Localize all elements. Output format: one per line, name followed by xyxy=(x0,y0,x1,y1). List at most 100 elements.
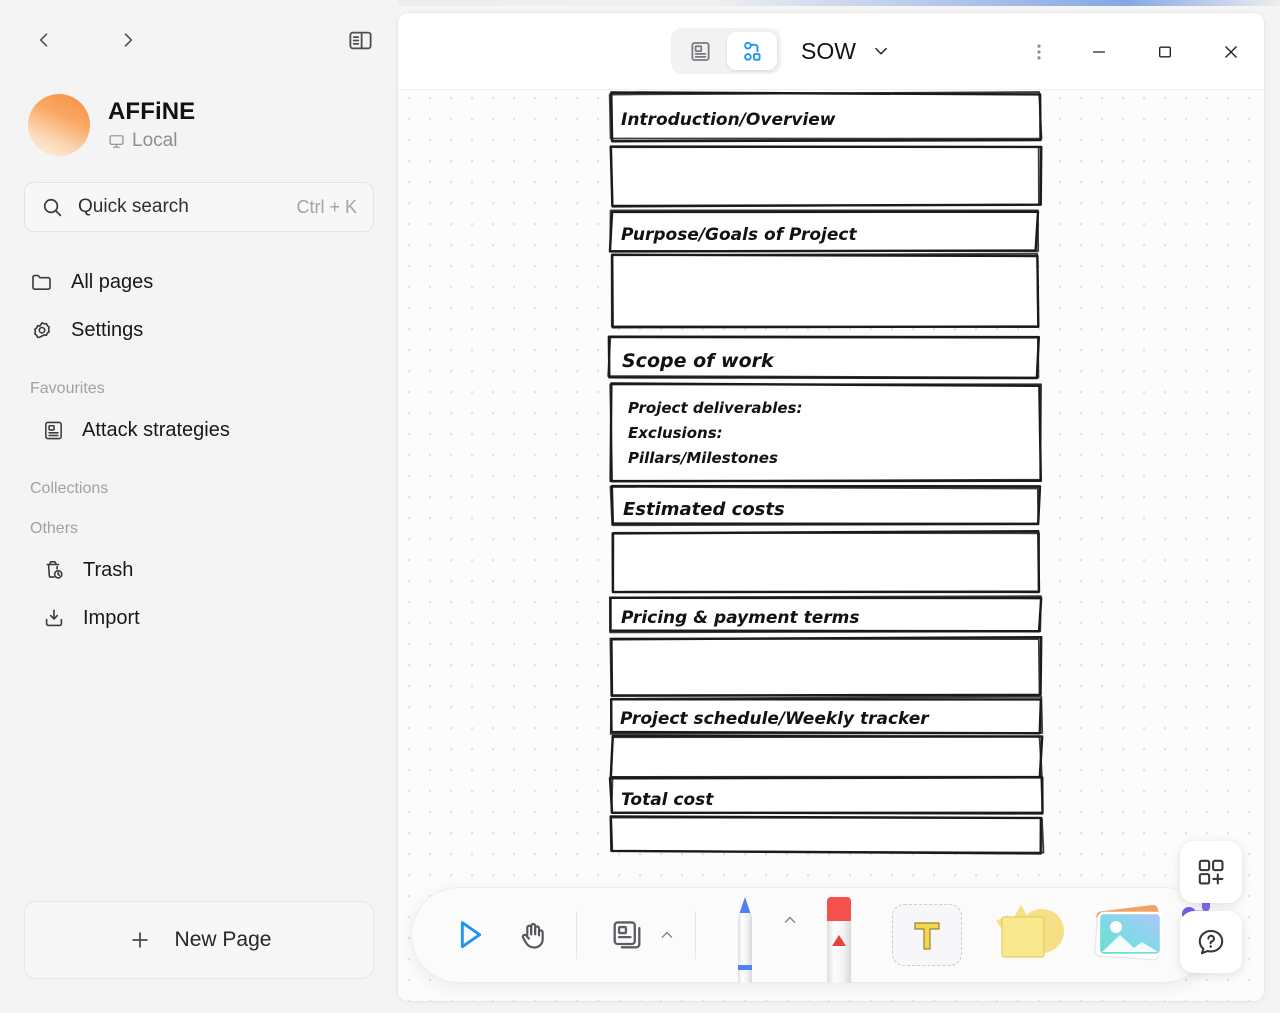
chevron-down-icon[interactable] xyxy=(870,40,892,62)
pen-tool-button[interactable] xyxy=(714,887,776,983)
sidebar-item-label: Attack strategies xyxy=(82,418,230,441)
help-button[interactable] xyxy=(1180,911,1242,973)
eraser-icon xyxy=(827,897,851,983)
note-icon xyxy=(613,921,641,949)
import-icon xyxy=(45,609,63,627)
whiteboard-rect[interactable] xyxy=(610,636,1043,697)
sidebar: AFFiNE Local Quick search Ctrl + K All p… xyxy=(0,0,398,1013)
media-tool-button[interactable] xyxy=(1088,900,1174,970)
workspace-text: AFFiNE Local xyxy=(108,98,195,153)
sidebar-section-collections: Collections xyxy=(30,480,109,497)
minimize-button[interactable] xyxy=(1066,13,1132,90)
hand-icon xyxy=(521,922,544,949)
folder-icon xyxy=(32,274,51,290)
whiteboard-rect[interactable] xyxy=(609,815,1043,855)
eraser-tool-button[interactable] xyxy=(810,887,868,983)
sidebar-item-label: All pages xyxy=(71,270,154,293)
quick-search-shortcut: Ctrl + K xyxy=(296,196,357,217)
whiteboard-rect-label: Purpose/Goals of Project xyxy=(621,225,857,245)
doc-title-area[interactable]: SOW xyxy=(801,38,892,65)
page-icon xyxy=(45,421,62,439)
chevron-left-icon xyxy=(39,33,48,47)
more-options-button[interactable] xyxy=(1012,29,1066,75)
search-icon xyxy=(43,198,62,216)
chevron-up-icon[interactable] xyxy=(780,910,800,930)
whiteboard-rect-label: Total cost xyxy=(621,790,714,810)
chevron-up-icon[interactable] xyxy=(657,925,677,945)
sidebar-section-others: Others xyxy=(30,520,79,537)
editor-header: SOW xyxy=(398,13,1264,90)
grid-plus-icon xyxy=(1198,859,1224,885)
add-template-button[interactable] xyxy=(1180,841,1242,903)
sidebar-item-attack-strategies[interactable]: Attack strategies xyxy=(28,406,382,454)
more-vertical-icon xyxy=(1037,44,1041,59)
image-icon xyxy=(1094,904,1163,961)
shape-tool-button[interactable] xyxy=(986,894,1072,976)
close-icon xyxy=(1225,45,1237,58)
trash-clock-icon xyxy=(46,561,63,579)
edgeless-mode-icon xyxy=(743,41,761,61)
whiteboard-rect-label: Pricing & payment terms xyxy=(621,608,860,628)
whiteboard-rect-label: Introduction/Overview xyxy=(621,110,836,130)
sidebar-item-label: Trash xyxy=(83,558,134,581)
maximize-button[interactable] xyxy=(1132,13,1198,90)
shapes-icon xyxy=(996,905,1064,958)
page-mode-icon xyxy=(690,41,710,61)
whiteboard-rect[interactable] xyxy=(609,734,1044,780)
quick-search-label: Quick search xyxy=(78,196,189,217)
workspace-name: AFFiNE xyxy=(108,97,196,125)
workspace-status: Local xyxy=(108,130,195,152)
sidebar-item-import[interactable]: Import xyxy=(28,594,382,642)
editor-panel: SOW Introduction/Overview Purpose/Goals … xyxy=(398,13,1264,1001)
sidebar-item-all-pages[interactable]: All pages xyxy=(16,258,382,306)
chevron-right-icon xyxy=(124,33,133,47)
page-mode-button[interactable] xyxy=(675,32,725,70)
header-right-controls xyxy=(1012,13,1264,90)
canvas-float-buttons xyxy=(1180,841,1242,973)
close-button[interactable] xyxy=(1198,13,1264,90)
text-t-icon xyxy=(914,922,940,950)
sidebar-nav: All pages Settings Favourites Attack str… xyxy=(0,258,398,642)
sidebar-toggle-button[interactable] xyxy=(344,24,376,56)
whiteboard-rect-label: Project schedule/Weekly tracker xyxy=(620,709,929,729)
text-tool-button[interactable] xyxy=(892,904,962,966)
edgeless-mode-button[interactable] xyxy=(727,32,777,70)
sidebar-item-label: Import xyxy=(83,606,140,629)
sidebar-item-label: Settings xyxy=(71,318,144,341)
new-page-button[interactable]: New Page xyxy=(24,901,374,979)
sidebar-toggle-icon xyxy=(348,31,372,49)
quick-search-button[interactable]: Quick search Ctrl + K xyxy=(24,182,374,232)
sidebar-item-settings[interactable]: Settings xyxy=(16,306,382,354)
cursor-arrow-icon xyxy=(460,921,482,949)
workspace-avatar xyxy=(28,94,90,156)
question-bubble-icon xyxy=(1198,929,1224,955)
back-button[interactable] xyxy=(28,24,60,56)
gear-icon xyxy=(34,322,50,339)
whiteboard-rect-label: Project deliverables: Exclusions: Pillar… xyxy=(628,399,803,468)
whiteboard-rect[interactable] xyxy=(611,529,1041,594)
pen-icon xyxy=(738,897,752,983)
maximize-icon xyxy=(1158,46,1172,57)
page-title: SOW xyxy=(801,37,856,64)
toolbar-divider-2 xyxy=(695,911,696,959)
sidebar-topbar xyxy=(0,0,398,80)
toolbar-divider xyxy=(576,911,577,959)
plus-icon xyxy=(131,932,148,948)
note-tool-button[interactable] xyxy=(601,909,653,961)
whiteboard-rect[interactable] xyxy=(609,145,1043,208)
new-page-label: New Page xyxy=(174,928,272,951)
mode-switch xyxy=(671,28,781,74)
hand-tool-button[interactable] xyxy=(506,908,560,962)
workspace-status-label: Local xyxy=(132,130,178,152)
sidebar-section-favourites: Favourites xyxy=(30,380,105,397)
sidebar-item-trash[interactable]: Trash xyxy=(28,546,382,594)
desktop-icon xyxy=(109,135,124,148)
workspace-selector[interactable]: AFFiNE Local xyxy=(0,94,398,156)
app-window: AFFiNE Local Quick search Ctrl + K All p… xyxy=(0,0,1280,1013)
select-tool-button[interactable] xyxy=(442,908,496,962)
whiteboard-rect-label: Estimated costs xyxy=(623,499,785,520)
edgeless-canvas[interactable]: Introduction/Overview Purpose/Goals of Pr… xyxy=(398,90,1264,1001)
whiteboard-rect[interactable] xyxy=(611,253,1040,329)
forward-button[interactable] xyxy=(112,24,144,56)
